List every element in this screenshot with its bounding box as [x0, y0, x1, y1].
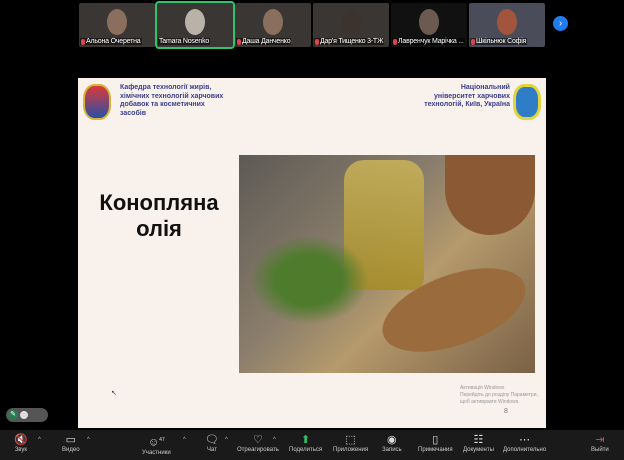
slide-page-number: 8	[504, 408, 508, 415]
share-screen-icon: ⬆	[300, 434, 311, 446]
notes-icon: ▯	[432, 434, 439, 446]
participant-tile[interactable]: Дар'я Тищенко 3-ТЖ	[313, 3, 389, 47]
documents-label: Документы	[463, 447, 494, 453]
apps-button[interactable]: ⬚ Приложения	[333, 433, 368, 453]
apps-label: Приложения	[333, 447, 369, 453]
pen-icon: ✎	[8, 410, 18, 420]
participants-count: 47	[159, 437, 165, 443]
audio-options-caret[interactable]: ^	[38, 437, 41, 443]
notes-label: Примечания	[418, 447, 453, 453]
seed-bowl-image	[445, 155, 535, 235]
video-button[interactable]: ▭ Видео	[62, 433, 80, 453]
hemp-leaf-image	[249, 235, 369, 325]
participant-name: Даша Данченко	[242, 38, 291, 45]
shared-slide: Кафедра технології жирів, хімічних техно…	[78, 78, 546, 428]
participants-button[interactable]: ☺47 Участники	[142, 433, 171, 456]
participant-video	[341, 9, 361, 35]
leave-label: Выйти	[591, 447, 609, 453]
audio-label: Звук	[14, 447, 27, 453]
participant-tile[interactable]: Даша Данченко	[235, 3, 311, 47]
hemp-oil-photo	[239, 155, 535, 373]
record-icon: ◉	[387, 434, 397, 446]
participant-tile[interactable]: Шкільнюк Софія	[469, 3, 545, 47]
chevron-right-icon: ›	[558, 18, 563, 29]
participants-icon: ☺47	[147, 436, 165, 449]
slide-title: Конопляна олія	[94, 190, 224, 242]
chat-button[interactable]: 🗨 Чат	[205, 433, 219, 453]
audio-button[interactable]: 🔇 Звук	[14, 433, 28, 453]
toggle-knob	[20, 411, 28, 419]
participant-name: Альона Очеретна	[86, 38, 141, 45]
participants-options-caret[interactable]: ^	[183, 437, 186, 443]
participant-video	[419, 9, 439, 35]
windows-activation-watermark: Активація Windows Перейдіть до розділу Па…	[460, 385, 546, 406]
more-icon: ⋯	[519, 434, 531, 446]
mic-muted-icon	[81, 38, 85, 45]
record-button[interactable]: ◉ Запись	[382, 433, 402, 453]
apps-icon: ⬚	[345, 434, 356, 446]
participant-video	[263, 9, 283, 35]
video-label: Видео	[62, 447, 80, 453]
activation-line: Активація Windows	[460, 385, 505, 391]
react-options-caret[interactable]: ^	[273, 437, 276, 443]
react-button[interactable]: ♡ Отреагировать	[237, 433, 279, 453]
documents-button[interactable]: ☷ Документы	[463, 433, 494, 453]
participant-video	[497, 9, 517, 35]
participant-tile[interactable]: Альона Очеретна	[79, 3, 155, 47]
document-icon: ☷	[473, 434, 484, 446]
participants-label: Участники	[142, 449, 171, 456]
camera-icon: ▭	[65, 434, 76, 446]
participant-video	[185, 9, 205, 35]
share-label: Поделиться	[289, 447, 323, 453]
department-logo	[83, 84, 111, 120]
participant-video	[107, 9, 127, 35]
participant-name: Лавренчук Марічка ...	[398, 38, 464, 45]
mic-muted-icon	[393, 38, 397, 45]
leave-button[interactable]: ⇥ Выйти	[591, 433, 609, 453]
mic-muted-icon	[237, 38, 241, 45]
participant-tile-active-speaker[interactable]: Tamara Nosenko	[155, 1, 235, 49]
leave-icon: ⇥	[595, 434, 605, 446]
next-page-button[interactable]: ›	[553, 16, 568, 31]
university-logo	[513, 84, 541, 120]
participant-strip: Альона Очеретна Tamara Nosenko Даша Данч…	[79, 1, 545, 49]
mic-muted-icon	[471, 38, 475, 45]
mic-muted-icon	[315, 38, 319, 45]
mouse-cursor-icon: ↖	[111, 390, 117, 397]
more-button[interactable]: ⋯ Дополнительно	[503, 433, 546, 453]
share-screen-button[interactable]: ⬆ Поделиться	[289, 433, 322, 453]
react-label: Отреагировать	[237, 447, 279, 453]
chat-label: Чат	[207, 447, 217, 453]
slide-title-line: Конопляна	[99, 190, 219, 215]
more-label: Дополнительно	[503, 447, 547, 453]
department-name: Кафедра технології жирів, хімічних техно…	[120, 84, 224, 117]
university-name: Національний університет харчових технол…	[424, 84, 510, 108]
slide-title-line: олія	[136, 216, 182, 241]
participant-name: Шкільнюк Софія	[476, 38, 527, 45]
chat-icon: 🗨	[205, 434, 219, 446]
participant-name: Дар'я Тищенко 3-ТЖ	[320, 38, 384, 45]
participant-tile[interactable]: Лавренчук Марічка ...	[391, 3, 467, 47]
chat-options-caret[interactable]: ^	[225, 437, 228, 443]
activation-line: Перейдіть до розділу Параметри, щоб акти…	[460, 392, 538, 405]
annotation-toggle[interactable]: ✎	[6, 408, 48, 422]
notes-button[interactable]: ▯ Примечания	[418, 433, 453, 453]
video-options-caret[interactable]: ^	[87, 437, 90, 443]
meeting-toolbar: 🔇 Звук ^ ▭ Видео ^ ☺47 Участники ^ 🗨 Чат ^ ♡…	[0, 430, 624, 460]
participant-name: Tamara Nosenko	[159, 38, 210, 45]
mic-muted-icon: 🔇	[14, 434, 28, 446]
record-label: Запись	[382, 447, 402, 453]
